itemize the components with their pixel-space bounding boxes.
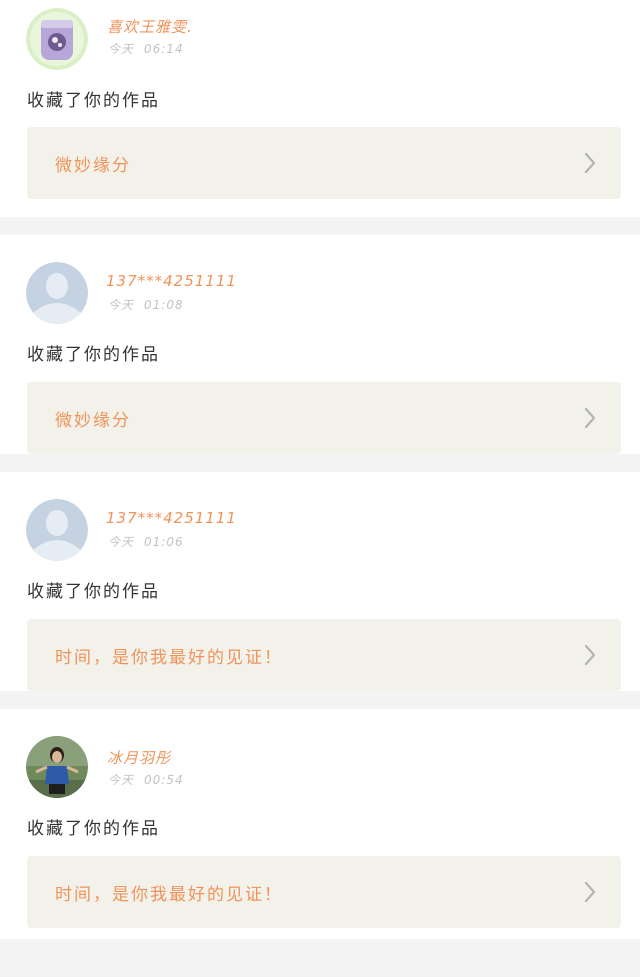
- action-text: 收藏了你的作品: [27, 345, 160, 365]
- work-title: 时间，是你我最好的见证！: [55, 885, 283, 905]
- card-divider: [0, 691, 640, 709]
- timestamp-day: 今天: [108, 773, 135, 787]
- notification-card: 137***4251111 今天 01:06 收藏了你的作品 时间，是你我最好的见…: [0, 472, 640, 691]
- photo-avatar-icon: [26, 8, 88, 70]
- timestamp: 今天 06:14: [108, 40, 184, 57]
- timestamp-time: 01:06: [144, 535, 184, 549]
- work-title: 微妙缘分: [55, 411, 131, 431]
- action-text: 收藏了你的作品: [27, 91, 160, 111]
- work-link[interactable]: 微妙缘分: [27, 127, 621, 199]
- default-user-avatar-icon: [26, 499, 88, 561]
- user-avatar[interactable]: [26, 262, 88, 324]
- timestamp: 今天 01:08: [108, 296, 184, 313]
- chevron-right-icon: [583, 880, 597, 904]
- timestamp-time: 00:54: [144, 773, 184, 787]
- action-text: 收藏了你的作品: [27, 819, 160, 839]
- timestamp-day: 今天: [108, 42, 135, 56]
- timestamp-time: 01:08: [144, 298, 184, 312]
- chevron-right-icon: [583, 643, 597, 667]
- notification-feed: 喜欢王雅雯. 今天 06:14 收藏了你的作品 微妙缘分 137***425111…: [0, 0, 640, 939]
- card-divider: [0, 217, 640, 235]
- work-title: 微妙缘分: [55, 156, 131, 176]
- user-avatar[interactable]: [26, 8, 88, 70]
- user-avatar[interactable]: [26, 736, 88, 798]
- chevron-right-icon: [583, 406, 597, 430]
- action-text: 收藏了你的作品: [27, 582, 160, 602]
- timestamp-day: 今天: [108, 535, 135, 549]
- notification-card: 喜欢王雅雯. 今天 06:14 收藏了你的作品 微妙缘分: [0, 0, 640, 217]
- work-link[interactable]: 微妙缘分: [27, 382, 621, 454]
- username[interactable]: 137***4251111: [106, 509, 237, 527]
- username[interactable]: 137***4251111: [106, 272, 237, 290]
- timestamp: 今天 00:54: [108, 771, 184, 788]
- user-avatar[interactable]: [26, 499, 88, 561]
- chevron-right-icon: [583, 151, 597, 175]
- timestamp-day: 今天: [108, 298, 135, 312]
- work-title: 时间，是你我最好的见证！: [55, 648, 283, 668]
- card-divider: [0, 454, 640, 472]
- timestamp-time: 06:14: [144, 42, 184, 56]
- work-link[interactable]: 时间，是你我最好的见证！: [27, 856, 621, 928]
- default-user-avatar-icon: [26, 262, 88, 324]
- photo-avatar-icon: [26, 736, 88, 798]
- work-link[interactable]: 时间，是你我最好的见证！: [27, 619, 621, 691]
- username[interactable]: 冰月羽彤: [107, 747, 171, 768]
- username[interactable]: 喜欢王雅雯.: [107, 16, 193, 37]
- notification-card: 137***4251111 今天 01:08 收藏了你的作品 微妙缘分: [0, 235, 640, 454]
- notification-card: 冰月羽彤 今天 00:54 收藏了你的作品 时间，是你我最好的见证！: [0, 709, 640, 939]
- timestamp: 今天 01:06: [108, 533, 184, 550]
